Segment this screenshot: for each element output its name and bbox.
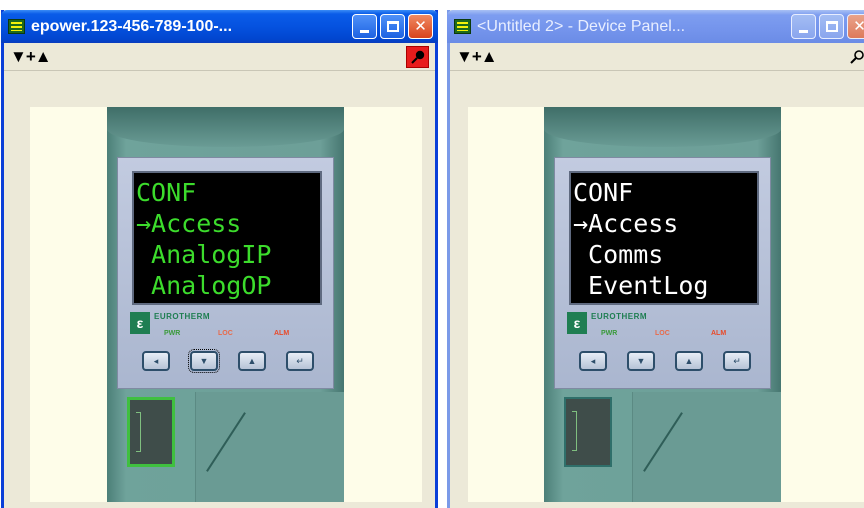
device-panel-window-1: epower.123-456-789-100-... ✕ ▼+▲ CONF →Ac… <box>1 10 438 508</box>
close-icon: ✕ <box>853 18 864 35</box>
lcd-line: EventLog <box>573 271 709 300</box>
maximize-icon <box>386 21 399 32</box>
lcd-line: →Access <box>136 209 242 238</box>
eurotherm-logo-icon: ε <box>130 312 150 334</box>
device-faceplate: CONF →Access AnalogIP AnalogOP ε EUROTHER… <box>117 157 334 389</box>
up-arrow-icon: ▲ <box>684 356 694 366</box>
down-arrow-icon: ▼ <box>636 356 646 366</box>
down-arrow-icon: ▼ <box>199 356 209 366</box>
minimize-button[interactable] <box>791 14 816 39</box>
panel-app-icon[interactable] <box>8 19 25 34</box>
brand-row: ε EUROTHERM PWR LOC ALM <box>130 312 325 342</box>
connector-notch <box>572 411 577 451</box>
epower-device: CONF →Access Comms EventLog ε EUROTHERM P… <box>544 107 781 502</box>
connector-port <box>127 397 175 467</box>
device-faceplate: CONF →Access Comms EventLog ε EUROTHERM P… <box>554 157 771 389</box>
device-top <box>544 107 781 147</box>
panel-app-icon[interactable] <box>454 19 471 34</box>
alm-indicator: ALM <box>274 330 290 337</box>
device-top <box>107 107 344 147</box>
minimize-button[interactable] <box>352 14 377 39</box>
brand-name: EUROTHERM <box>591 312 648 321</box>
up-key[interactable]: ▲ <box>238 351 266 371</box>
close-icon: ✕ <box>414 18 427 35</box>
pwr-indicator: PWR <box>601 330 618 337</box>
pwr-indicator: PWR <box>164 330 181 337</box>
title-bar[interactable]: <Untitled 2> - Device Panel... ✕ <box>447 10 864 43</box>
lcd-line: AnalogOP <box>136 271 272 300</box>
title-bar[interactable]: epower.123-456-789-100-... ✕ <box>1 10 438 43</box>
scroll-arrows-button[interactable]: ▼+▲ <box>10 47 406 67</box>
loc-indicator: LOC <box>218 330 233 337</box>
maximize-button[interactable] <box>380 14 405 39</box>
toolbar: ▼+▲ <box>4 43 435 71</box>
device-panel-window-2: <Untitled 2> - Device Panel... ✕ ▼+▲ CON… <box>447 10 864 508</box>
window-title: <Untitled 2> - Device Panel... <box>477 17 686 35</box>
lcd-line: CONF <box>573 178 634 207</box>
lcd-display: CONF →Access AnalogIP AnalogOP <box>132 171 322 305</box>
connector-port <box>564 397 612 467</box>
lower-panel <box>632 392 781 502</box>
back-arrow-icon: ◂ <box>153 355 159 366</box>
maximize-icon <box>825 21 838 32</box>
down-key[interactable]: ▼ <box>188 349 220 373</box>
minimize-icon <box>799 30 808 33</box>
back-key[interactable]: ◂ <box>579 351 607 371</box>
keypad: ◂ ▼ ▲ ↵ <box>142 349 317 375</box>
toolbar: ▼+▲ <box>450 43 864 71</box>
lcd-display: CONF →Access Comms EventLog <box>569 171 759 305</box>
maximize-button[interactable] <box>819 14 844 39</box>
connector-notch <box>136 412 141 452</box>
pushpin-icon <box>410 50 424 64</box>
lower-panel <box>195 392 344 502</box>
up-key[interactable]: ▲ <box>675 351 703 371</box>
brand-name: EUROTHERM <box>154 312 211 321</box>
enter-key[interactable]: ↵ <box>723 351 751 371</box>
lcd-line: Comms <box>573 240 664 269</box>
loc-indicator: LOC <box>655 330 670 337</box>
pin-button[interactable] <box>406 45 429 68</box>
epower-device: CONF →Access AnalogIP AnalogOP ε EUROTHER… <box>107 107 344 502</box>
enter-icon: ↵ <box>733 355 741 366</box>
minimize-icon <box>360 30 369 33</box>
up-arrow-icon: ▲ <box>247 356 257 366</box>
down-key[interactable]: ▼ <box>627 351 655 371</box>
close-button[interactable]: ✕ <box>847 14 864 39</box>
window-title: epower.123-456-789-100-... <box>31 17 233 35</box>
device-canvas: CONF →Access AnalogIP AnalogOP ε EUROTHER… <box>30 107 422 502</box>
back-arrow-icon: ◂ <box>590 355 596 366</box>
pushpin-icon <box>849 49 864 64</box>
lcd-line: CONF <box>136 178 197 207</box>
keypad: ◂ ▼ ▲ ↵ <box>579 351 754 375</box>
eurotherm-logo-icon: ε <box>567 312 587 334</box>
device-canvas: CONF →Access Comms EventLog ε EUROTHERM P… <box>468 107 864 502</box>
alm-indicator: ALM <box>711 330 727 337</box>
lcd-line: →Access <box>573 209 679 238</box>
close-button[interactable]: ✕ <box>408 14 433 39</box>
back-key[interactable]: ◂ <box>142 351 170 371</box>
scroll-arrows-button[interactable]: ▼+▲ <box>456 47 845 67</box>
pin-button[interactable] <box>845 46 864 68</box>
enter-key[interactable]: ↵ <box>286 351 314 371</box>
enter-icon: ↵ <box>296 355 304 366</box>
lcd-line: AnalogIP <box>136 240 272 269</box>
brand-row: ε EUROTHERM PWR LOC ALM <box>567 312 762 342</box>
